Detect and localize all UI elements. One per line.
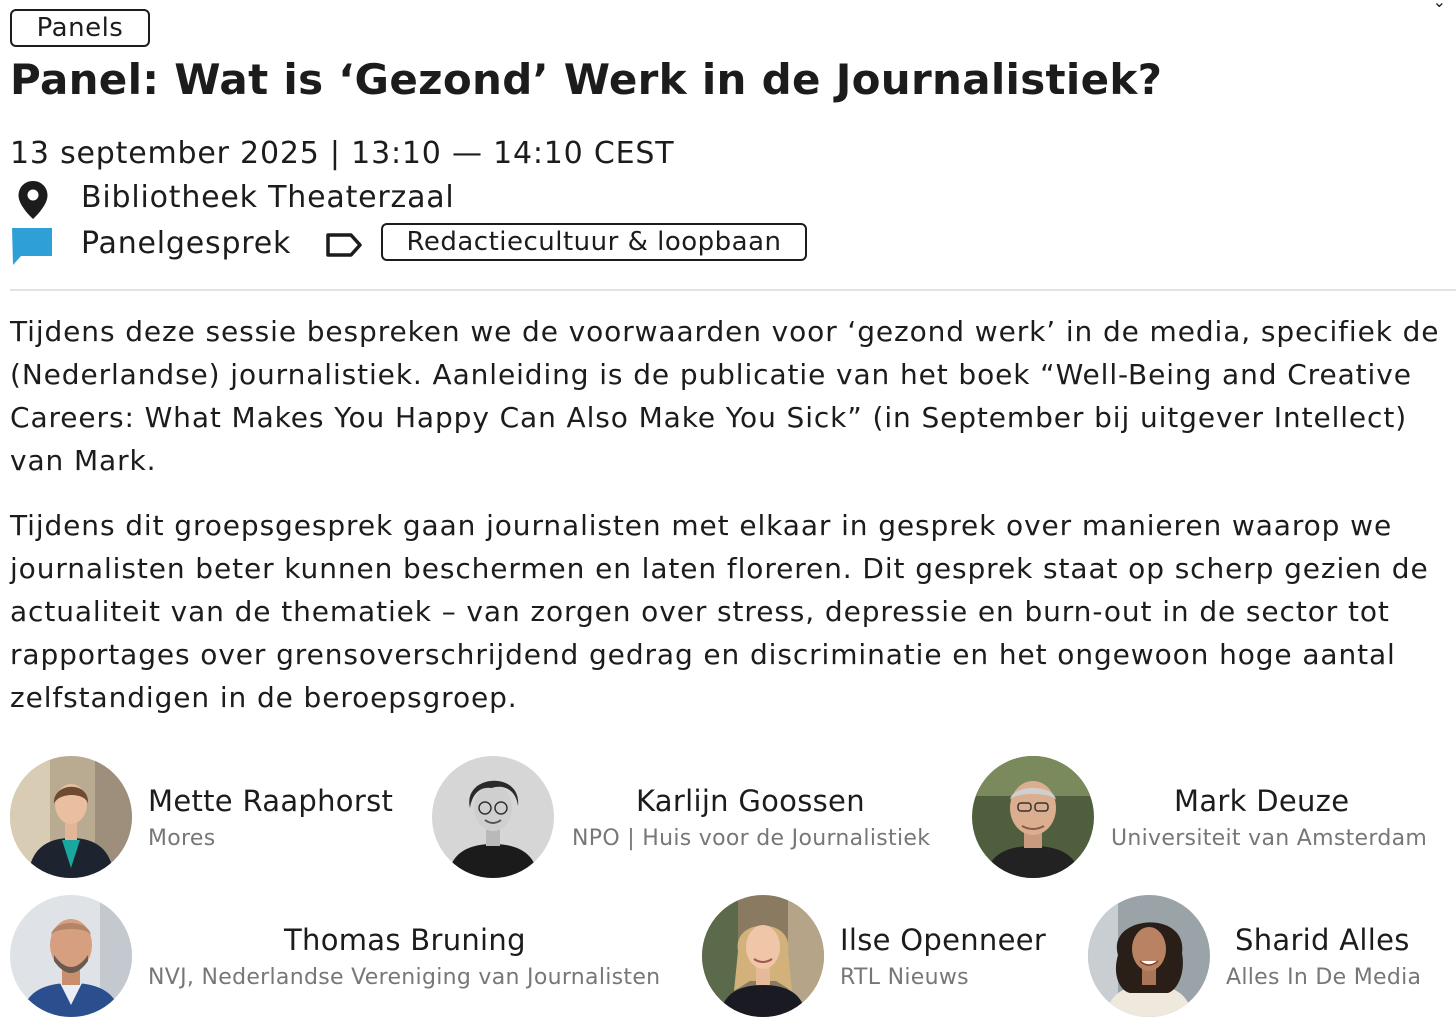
speaker-org: RTL Nieuws [840, 965, 969, 990]
speaker-avatar-mark-deuze[interactable] [972, 756, 1094, 878]
speaker-avatar-thomas-bruning[interactable] [10, 895, 132, 1017]
speaker-org: Alles In De Media [1226, 965, 1422, 990]
map-pin-icon [17, 180, 49, 224]
description-paragraph-1: Tijdens deze sessie bespreken we de voor… [10, 315, 1440, 477]
speaker-avatar-mette-raaphorst[interactable] [10, 756, 132, 878]
tag-label-icon [325, 232, 363, 262]
speaker-org: NPO | Huis voor de Journalistiek [572, 826, 931, 851]
chat-bubble-icon [12, 228, 54, 270]
speaker-org: NVJ, Nederlandse Vereniging van Journali… [148, 965, 661, 990]
page-title: Panel: Wat is ‘Gezond’ Werk in de Journa… [10, 55, 1163, 104]
location-label: Bibliotheek Theaterzaal [81, 180, 455, 215]
divider [10, 289, 1456, 291]
topic-tag[interactable]: Redactiecultuur & loopbaan [381, 223, 807, 261]
description-paragraph-2: Tijdens dit groepsgesprek gaan journalis… [10, 509, 1429, 714]
category-tag[interactable]: Panels [10, 9, 150, 47]
speaker-org: Universiteit van Amsterdam [1111, 826, 1428, 851]
corner-chevron-icon[interactable]: ⌄ [1433, 0, 1446, 11]
speaker-name[interactable]: Thomas Bruning [284, 922, 526, 958]
session-type-label: Panelgesprek [81, 226, 292, 261]
speaker-name[interactable]: Mark Deuze [1174, 783, 1349, 819]
speaker-org: Mores [148, 826, 216, 851]
speaker-name[interactable]: Ilse Openneer [840, 922, 1046, 958]
speaker-avatar-ilse-openneer[interactable] [702, 895, 824, 1017]
session-datetime: 13 september 2025 | 13:10 — 14:10 CEST [10, 136, 675, 171]
speaker-name[interactable]: Sharid Alles [1235, 922, 1410, 958]
speaker-avatar-sharid-alles[interactable] [1088, 895, 1210, 1017]
speaker-avatar-karlijn-goossen[interactable] [432, 756, 554, 878]
speaker-name[interactable]: Karlijn Goossen [636, 783, 865, 819]
speaker-name[interactable]: Mette Raaphorst [148, 783, 393, 819]
